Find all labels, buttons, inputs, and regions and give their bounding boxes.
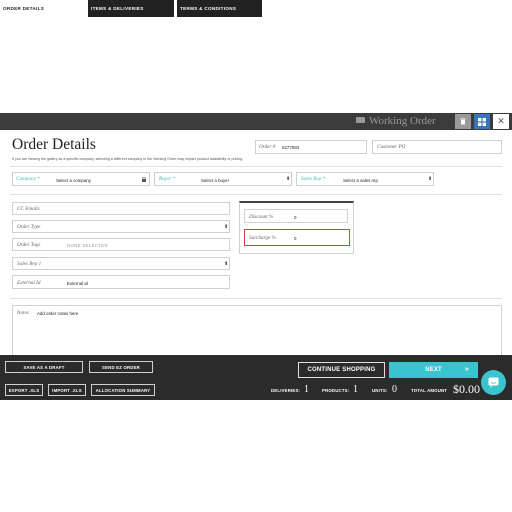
export-xls-button[interactable]: EXPORT .XLS [5,384,43,396]
tab-label: TERMS & CONDITIONS [180,6,237,11]
working-order-label: Working Order [369,115,436,127]
order-number-value: 6277593 [282,145,300,150]
notes-field[interactable]: Notes Add order notes here [12,305,502,355]
buyer-value: Select a buyer [201,177,230,183]
chat-icon [488,377,499,388]
notes-label: Notes [17,310,29,316]
order-number-field: Order # 6277593 [255,140,367,154]
tab-items-deliveries[interactable]: ITEMS & DELIVERIES [88,0,174,17]
discount-field[interactable]: Discount % 0 [244,209,348,223]
units-label: UNITS: [372,388,388,393]
surcharge-field[interactable]: Surcharge % 0 [244,229,350,246]
order-tags-field[interactable]: Order Tags NONE SELECTED [12,238,230,251]
buyer-select[interactable]: Buyer * Select a buyer ⬍ [154,172,292,186]
total-amount-value: $0.00 [453,382,480,396]
order-tags-label: Order Tags [17,242,41,248]
chevron-updown-icon: ⬍ [286,176,291,182]
surcharge-label: Surcharge % [249,235,276,241]
send-ez-order-label: SEND EZ ORDER [102,365,140,370]
sales-rep-label: Sales Rep * [301,176,326,182]
order-number-label: Order # [259,144,276,150]
lock-icon [142,177,146,182]
units-count: 0 [392,384,397,395]
allocation-summary-label: ALLOCATION SUMMARY [95,388,151,393]
company-value: Select a company [56,177,91,183]
working-order-button[interactable]: Working Order [356,113,448,130]
cc-emails-label: CC Emails [17,206,40,212]
close-button[interactable]: ✕ [493,114,509,129]
company-notice: If you are viewing the gallery as a spec… [12,157,244,161]
order-tags-value: NONE SELECTED [67,243,108,248]
external-id-field[interactable]: External Id External Id [12,275,230,289]
chevron-updown-icon: ⬍ [224,223,229,230]
deliveries-count: 1 [304,384,309,395]
notes-placeholder: Add order notes here [37,311,79,316]
import-xls-label: IMPORT .XLS [52,388,82,393]
chevron-updown-icon: ⬍ [224,260,229,267]
external-id-label: External Id [17,279,41,286]
company-label: Company * [16,176,40,182]
customer-po-label: Customer PO [377,144,406,150]
double-chevron-right-icon: » [464,366,469,373]
next-label: NEXT [425,367,442,373]
next-button[interactable]: NEXT » [389,362,478,378]
products-count: 1 [353,384,358,395]
company-select[interactable]: Company * Select a company [12,172,150,186]
total-amount-label: TOTAL AMOUNT [411,388,448,393]
continue-shopping-label: CONTINUE SHOPPING [307,367,376,373]
cc-emails-field[interactable]: CC Emails [12,202,230,215]
order-type-select[interactable]: Order Type ⬍ [12,220,230,233]
chat-button[interactable] [481,370,506,395]
customer-po-field[interactable]: Customer PO [372,140,502,154]
tab-order-details[interactable]: ORDER DETAILS [0,0,86,17]
continue-shopping-button[interactable]: CONTINUE SHOPPING [298,362,385,378]
export-xls-label: EXPORT .XLS [8,388,40,393]
grid-view-button[interactable] [474,114,490,129]
divider [10,298,502,299]
save-draft-button[interactable]: SAVE AS A DRAFT [5,361,83,373]
order-type-label: Order Type [17,224,41,230]
save-draft-label: SAVE AS A DRAFT [23,365,65,370]
sales-rep-1-label: Sales Rep 1 [17,261,42,267]
divider [10,166,502,167]
external-id-value: External Id [67,280,88,286]
trash-icon [460,118,466,125]
sales-rep-1-select[interactable]: Sales Rep 1 ⬍ [12,257,230,270]
allocation-summary-button[interactable]: ALLOCATION SUMMARY [91,384,155,396]
discount-label: Discount % [249,213,274,220]
cart-icon [356,117,365,123]
buyer-label: Buyer * [159,176,176,182]
import-xls-button[interactable]: IMPORT .XLS [48,384,86,396]
page-title: Order Details [12,136,96,153]
close-icon: ✕ [497,116,505,126]
send-ez-order-button[interactable]: SEND EZ ORDER [89,361,153,373]
discount-value: 0 [294,214,297,220]
tab-label: ITEMS & DELIVERIES [91,6,144,11]
tab-label: ORDER DETAILS [3,6,45,11]
divider [10,194,502,195]
chevron-updown-icon: ⬍ [428,176,433,182]
surcharge-value: 0 [294,236,297,241]
sales-rep-value: Select a sales rep [343,177,378,183]
grid-icon [478,117,486,126]
deliveries-label: DELIVERIES: [271,388,301,393]
trash-button[interactable] [455,114,471,129]
products-label: PRODUCTS: [322,388,350,393]
tab-terms-conditions[interactable]: TERMS & CONDITIONS [177,0,262,17]
sales-rep-select[interactable]: Sales Rep * Select a sales rep ⬍ [296,172,434,186]
